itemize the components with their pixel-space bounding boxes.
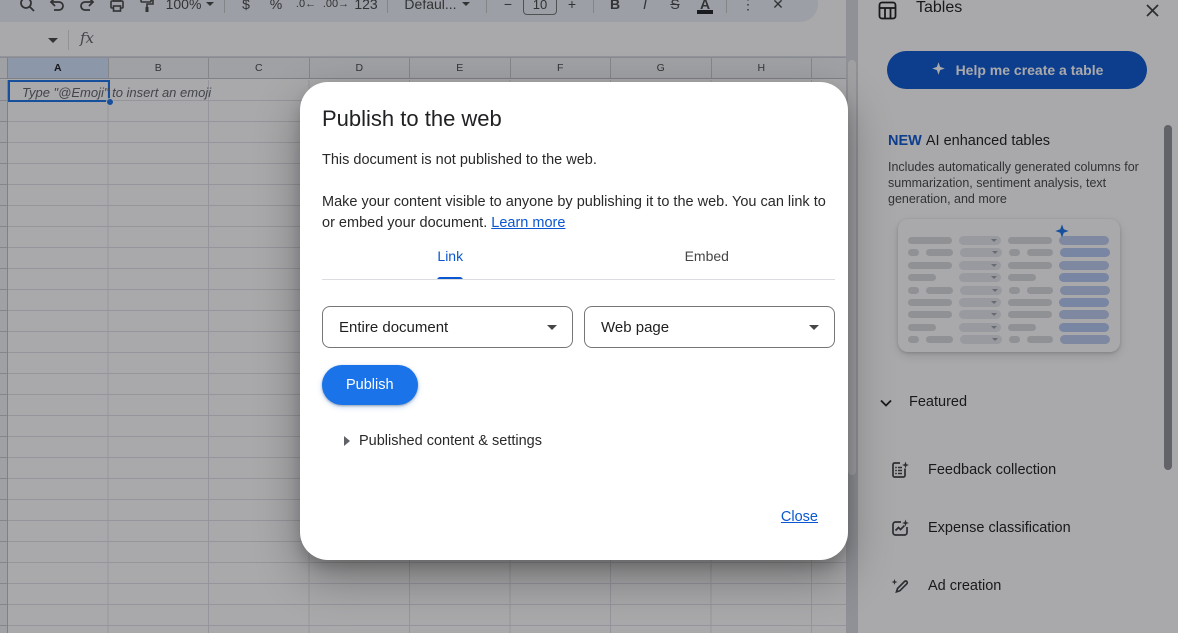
publish-tabs: Link Embed: [322, 242, 835, 280]
tab-embed[interactable]: Embed: [579, 242, 836, 280]
chevron-down-icon: [547, 325, 557, 330]
learn-more-link[interactable]: Learn more: [491, 215, 565, 231]
dialog-close-button[interactable]: Close: [781, 509, 818, 525]
chevron-down-icon: [809, 325, 819, 330]
tabs-divider: [322, 279, 835, 280]
tab-link[interactable]: Link: [322, 242, 579, 280]
publish-to-web-dialog: Publish to the web This document is not …: [300, 82, 848, 560]
published-content-dropdown[interactable]: Entire document: [322, 306, 573, 348]
publish-description: Make your content visible to anyone by p…: [322, 192, 826, 233]
publish-button[interactable]: Publish: [322, 365, 418, 405]
dialog-title: Publish to the web: [322, 106, 502, 132]
publish-format-dropdown[interactable]: Web page: [584, 306, 835, 348]
publish-status-text: This document is not published to the we…: [322, 152, 597, 168]
expander-arrow-icon: [344, 436, 350, 446]
published-content-settings-expander[interactable]: Published content & settings: [344, 433, 542, 449]
